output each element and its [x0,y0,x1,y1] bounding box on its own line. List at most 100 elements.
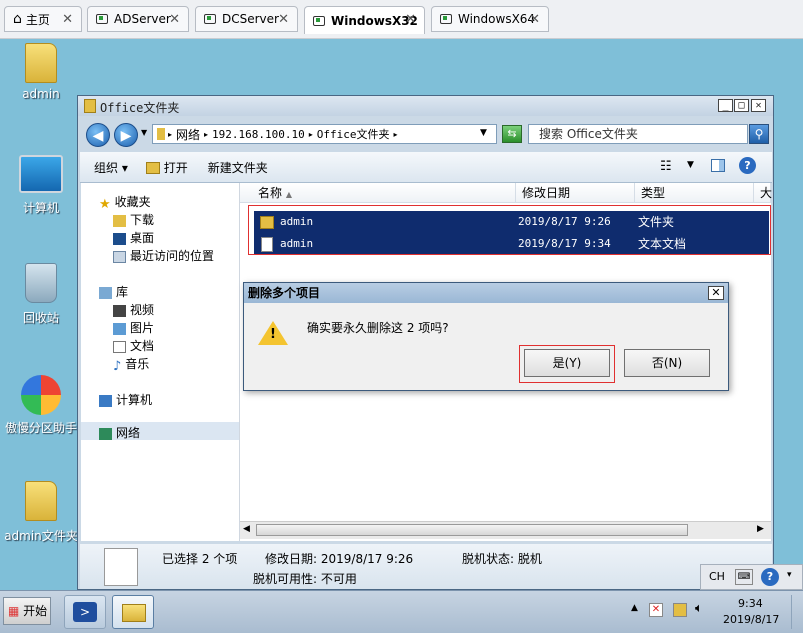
desktop-icon-label: admin文件夹 [4,529,78,543]
nav-network[interactable]: 网络 [81,422,239,440]
clock-date[interactable]: 2019/8/17 [723,613,779,626]
close-icon[interactable]: ✕ [405,12,416,27]
nav-label: 视频 [130,303,155,317]
desktop-icon-recycle-bin[interactable]: 回收站 [1,263,81,326]
open-button[interactable]: 打开 [145,159,188,176]
nav-favorites[interactable]: ★ 收藏夹 [99,193,151,212]
action-center-icon[interactable]: ✕ [649,603,663,617]
language-options-icon[interactable]: ▾ [787,570,792,580]
sort-up-icon: ▲ [285,190,292,199]
show-desktop-button[interactable] [791,595,802,629]
start-label: 开始 [23,604,48,618]
help-icon[interactable]: ? [739,157,756,174]
recycle-bin-icon [25,263,57,303]
nav-music[interactable]: ♪ 音乐 [113,355,149,374]
preview-pane-icon[interactable] [711,159,725,172]
desktop-icon-partition-assistant[interactable]: 傲慢分区助手 [1,375,81,436]
view-options-icon[interactable]: ☷ [660,159,672,174]
close-icon[interactable]: ✕ [62,12,73,27]
column-header-name[interactable]: 名称 ▲ [240,183,516,203]
clock-time[interactable]: 9:34 [738,597,763,610]
show-hidden-icons-icon[interactable]: ▲ [631,603,638,613]
nav-computer[interactable]: 计算机 [99,391,152,408]
breadcrumb-office-folder[interactable]: Office文件夹 [317,126,390,142]
search-input[interactable]: 搜索 Office文件夹 [528,124,748,144]
vm-icon [440,14,452,24]
close-icon[interactable]: ✕ [529,12,540,27]
no-button[interactable]: 否(N) [624,349,710,377]
star-icon: ★ [99,196,111,212]
network-status-icon[interactable] [673,603,687,617]
library-icon [99,286,112,299]
taskbar-powershell[interactable]: > [64,595,106,629]
chevron-down-icon[interactable]: ▸ [309,130,313,139]
desktop-icon-admin-folder[interactable]: admin文件夹 [1,481,81,544]
scrollbar-thumb[interactable] [256,524,688,536]
input-language-indicator[interactable]: CH [709,570,725,583]
volume-icon[interactable]: 🔈︎ [695,601,703,616]
horizontal-scrollbar[interactable]: ◀ ▶ [240,521,771,539]
column-header-date[interactable]: 修改日期 [516,183,635,203]
chevron-down-icon[interactable]: ▸ [394,130,398,139]
nav-recent-places[interactable]: 最近访问的位置 [113,247,214,264]
tab-label: DCServer [222,12,279,26]
folder-icon [25,481,57,521]
nav-downloads[interactable]: 下载 [113,211,154,228]
dialog-titlebar[interactable]: 删除多个项目 ✕ [244,283,728,303]
start-button[interactable]: ▦ 开始 [3,597,51,625]
breadcrumb-network[interactable]: 网络 [176,126,200,143]
address-row: ◀ ▶ ▼ ▸ 网络 ▸ 192.168.100.10 ▸ Office文件夹 … [82,120,770,148]
minimize-button[interactable]: _ [718,99,733,112]
nav-pictures[interactable]: 图片 [113,319,154,336]
close-icon[interactable]: ✕ [169,12,180,27]
nav-documents[interactable]: 文档 [113,337,154,354]
address-bar[interactable]: ▸ 网络 ▸ 192.168.100.10 ▸ Office文件夹 ▸ [152,124,497,144]
desktop-icon-computer[interactable]: 计算机 [1,155,81,216]
dialog-close-button[interactable]: ✕ [708,286,724,300]
search-icon[interactable]: ⚲ [749,124,769,144]
nav-videos[interactable]: 视频 [113,301,154,318]
tab-windowsx32[interactable]: WindowsX32 ✕ [304,6,425,34]
column-header-type[interactable]: 类型 [635,183,754,203]
organize-label: 组织 [94,160,119,175]
chevron-down-icon[interactable]: ▸ [204,130,208,139]
yes-button[interactable]: 是(Y) [524,349,610,377]
scroll-right-icon[interactable]: ▶ [757,524,764,534]
partition-assistant-icon [21,375,61,415]
tab-adserver[interactable]: ADServer ✕ [87,6,189,32]
documents-icon [113,340,126,353]
breadcrumb-host[interactable]: 192.168.100.10 [212,128,305,141]
organize-button[interactable]: 组织 ▾ [94,159,128,176]
nav-label: 计算机 [116,393,153,407]
close-icon[interactable]: ✕ [278,12,289,27]
nav-desktop[interactable]: 桌面 [113,229,154,246]
desktop-icon-admin[interactable]: admin [1,43,81,101]
address-dropdown-icon[interactable]: ▼ [480,128,487,138]
tab-dcserver[interactable]: DCServer ✕ [195,6,298,32]
column-label: 名称 [258,186,283,200]
nav-label: 收藏夹 [114,195,151,209]
computer-icon [99,394,112,407]
taskbar-explorer[interactable] [112,595,154,629]
modified-date: 修改日期: 2019/8/17 9:26 [265,552,414,566]
window-titlebar[interactable]: Office文件夹 _ □ ✕ [78,96,773,116]
tab-windowsx64[interactable]: WindowsX64 ✕ [431,6,549,32]
forward-button[interactable]: ▶ [114,123,138,147]
back-button[interactable]: ◀ [86,123,110,147]
close-button[interactable]: ✕ [751,99,766,112]
offline-status: 脱机状态: 脱机 [462,552,542,566]
history-dropdown-icon[interactable]: ▼ [141,128,147,137]
vm-icon [313,15,325,26]
keyboard-icon[interactable]: ⌨ [735,569,753,585]
downloads-icon [113,214,126,227]
new-folder-button[interactable]: 新建文件夹 [208,159,268,176]
help-icon[interactable]: ? [761,568,779,586]
chevron-down-icon[interactable]: ▸ [168,130,172,139]
refresh-button[interactable]: ⇆ [502,125,522,143]
chevron-down-icon[interactable]: ▼ [687,160,694,170]
tab-home[interactable]: ⌂ 主页 ✕ [4,6,82,32]
maximize-button[interactable]: □ [734,99,749,112]
scroll-left-icon[interactable]: ◀ [243,524,250,534]
column-header-size[interactable]: 大 [754,183,772,203]
nav-libraries[interactable]: 库 [99,283,128,300]
